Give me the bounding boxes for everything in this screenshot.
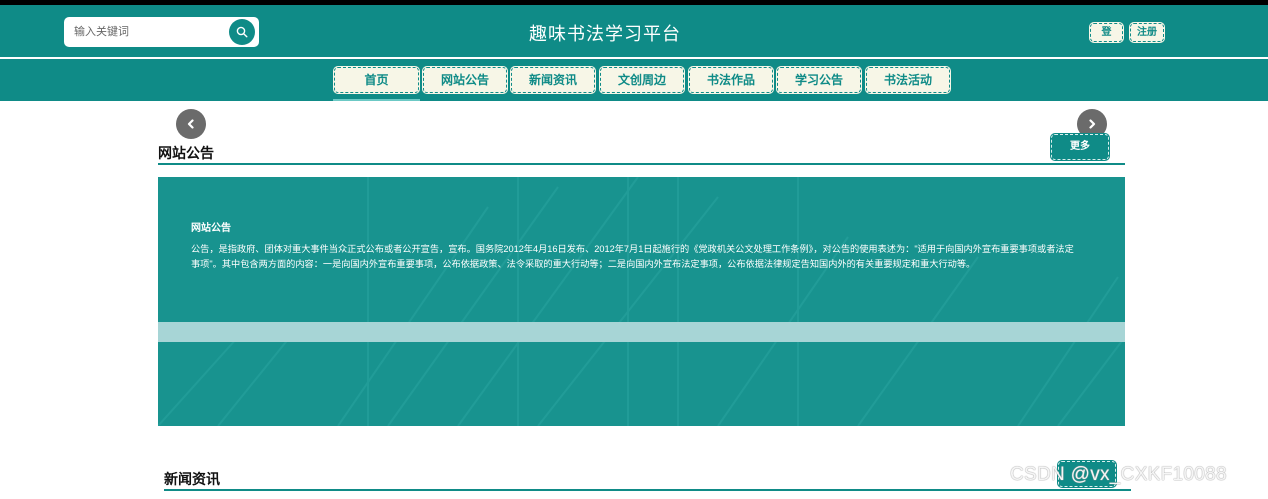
notice-card: 网站公告 公告，是指政府、团体对重大事件当众正式公布或者公开宣告，宣布。国务院2…: [158, 177, 1125, 426]
notice-section-divider: [158, 163, 1125, 165]
carousel-prev-button[interactable]: [176, 109, 206, 139]
chevron-left-icon: [187, 119, 194, 129]
nav-item-works[interactable]: 书法作品: [688, 66, 774, 94]
register-button[interactable]: 注册: [1129, 22, 1165, 43]
decorative-building-pattern: [158, 177, 1125, 426]
notice-card-title: 网站公告: [191, 223, 231, 234]
notice-more-button[interactable]: 更多: [1050, 133, 1110, 161]
chevron-right-icon: [1089, 119, 1096, 129]
nav-item-merch[interactable]: 文创周边: [599, 66, 685, 94]
notice-section-title: 网站公告: [158, 145, 214, 161]
news-section-divider: [164, 489, 1131, 491]
search-button[interactable]: [229, 19, 255, 45]
news-section-title: 新闻资讯: [164, 471, 220, 487]
notice-card-band: [158, 322, 1125, 342]
search-icon: [236, 26, 248, 38]
nav-item-home[interactable]: 首页: [333, 66, 420, 94]
nav-item-study-notices[interactable]: 学习公告: [776, 66, 862, 94]
login-button[interactable]: 登录: [1089, 22, 1124, 55]
site-title: 趣味书法学习平台: [529, 24, 681, 44]
notice-card-body: 公告，是指政府、团体对重大事件当众正式公布或者公开宣告，宣布。国务院2012年4…: [191, 244, 1074, 269]
search-input[interactable]: [74, 23, 224, 41]
nav-item-news[interactable]: 新闻资讯: [510, 66, 596, 94]
csdn-watermark: CSDN @vx_CXKF10088: [1010, 464, 1227, 485]
nav-item-notices[interactable]: 网站公告: [422, 66, 508, 94]
nav-active-indicator: [333, 99, 420, 101]
nav-item-activities[interactable]: 书法活动: [865, 66, 951, 94]
